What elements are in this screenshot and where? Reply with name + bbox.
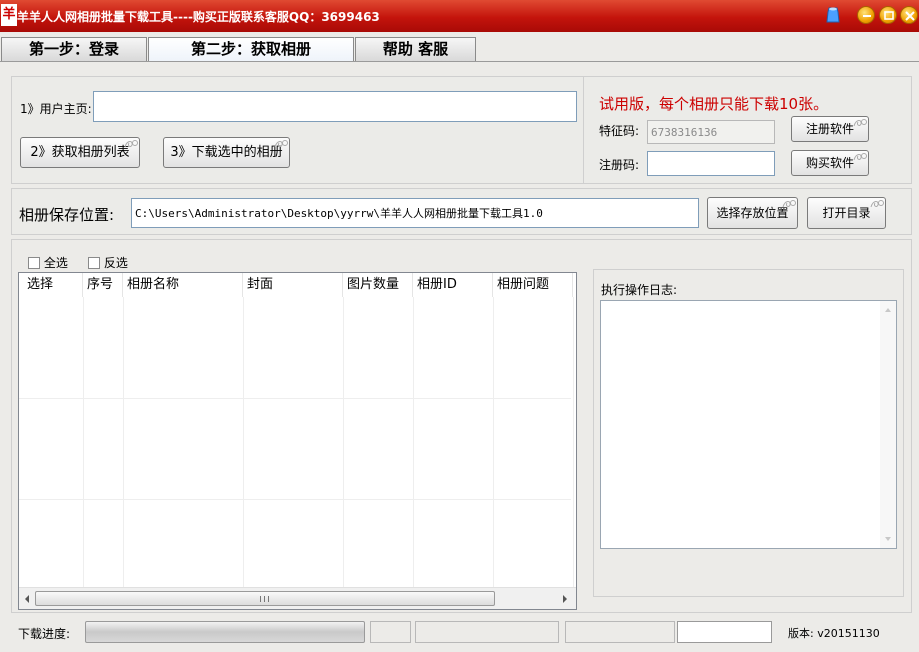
select-all-label: 全选 [43,256,68,270]
status-cell [370,621,411,643]
get-albums-label: 2》获取相册列表 [30,145,130,160]
close-button[interactable] [900,6,918,24]
title-bar[interactable]: 羊 羊羊人人网相册批量下载工具----购买正版联系客服QQ：3699463 [0,0,919,32]
window-title: 羊羊人人网相册批量下载工具----购买正版联系客服QQ：3699463 [17,10,380,24]
panel-divider [583,77,584,183]
checkbox-box [88,256,100,269]
status-cell [565,621,675,643]
tab-divider [0,61,919,62]
vertical-scrollbar[interactable] [880,301,896,548]
log-textarea[interactable] [600,300,897,549]
column-header-album-name[interactable]: 相册名称 [123,273,243,297]
user-home-input[interactable] [93,91,577,122]
save-path-field[interactable] [131,198,699,228]
version-label: 版本: v20151130 [788,627,880,640]
swirl-icon [853,119,867,127]
grid-line [493,297,494,587]
close-icon [905,11,915,21]
column-header-image-count[interactable]: 图片数量 [343,273,413,297]
save-location-label: 相册保存位置: [19,206,115,224]
feature-code-field[interactable] [647,120,775,144]
swirl-icon [124,140,138,148]
horizontal-scrollbar[interactable] [19,587,576,609]
app-logo: 羊 [1,4,17,26]
grid-line [83,297,84,587]
open-folder-button[interactable]: 打开目录 [807,197,886,229]
grip-icon [260,596,269,602]
tab-help[interactable]: 帮助 客服 [355,37,476,61]
grid-line [243,297,244,587]
register-code-input[interactable] [647,151,775,176]
feature-code-label: 特征码: [599,124,640,138]
status-field [677,621,772,643]
swirl-icon [870,200,884,208]
progress-label: 下载进度: [18,627,71,641]
log-content [601,301,605,305]
grid-line [343,297,344,587]
album-table[interactable]: 选择 序号 相册名称 封面 图片数量 相册ID 相册问题 [18,272,577,610]
checkbox-box [28,256,40,269]
grid-line [573,297,574,587]
scroll-thumb[interactable] [35,591,495,606]
choose-location-label: 选择存放位置 [716,206,789,220]
status-cell [415,621,559,643]
open-folder-label: 打开目录 [822,206,871,220]
register-label: 注册软件 [805,122,854,136]
column-header-album-question[interactable]: 相册问题 [493,273,573,297]
maximize-icon [884,11,894,20]
choose-location-button[interactable]: 选择存放位置 [707,197,798,229]
tab-get-albums[interactable]: 第二步：获取相册 [148,37,354,62]
column-header-select[interactable]: 选择 [23,273,83,297]
grid-line [19,499,571,500]
tab-login[interactable]: 第一步：登录 [1,37,147,61]
select-all-checkbox[interactable]: 全选 [28,254,68,271]
register-button[interactable]: 注册软件 [791,116,869,142]
invert-label: 反选 [103,256,128,270]
user-home-label: 1》用户主页: [20,102,92,116]
swirl-icon [853,153,867,161]
maximize-button[interactable] [879,6,897,24]
scroll-down-icon[interactable] [884,536,892,542]
grid-line [19,398,571,399]
register-code-label: 注册码: [599,158,640,172]
grid-line [413,297,414,587]
column-header-cover[interactable]: 封面 [243,273,343,297]
invert-selection-checkbox[interactable]: 反选 [88,254,128,271]
buy-button[interactable]: 购买软件 [791,150,869,176]
download-selected-button[interactable]: 3》下载选中的相册 [163,137,290,168]
column-header-album-id[interactable]: 相册ID [413,273,493,297]
swirl-icon [274,140,288,148]
scroll-right-icon[interactable] [561,594,569,604]
scroll-left-icon[interactable] [23,594,31,604]
download-selected-label: 3》下载选中的相册 [170,145,283,160]
grid-line [123,297,124,587]
column-header-index[interactable]: 序号 [83,273,123,297]
log-label: 执行操作日志: [601,283,678,297]
buy-label: 购买软件 [805,156,854,170]
get-albums-button[interactable]: 2》获取相册列表 [20,137,140,168]
scroll-up-icon[interactable] [884,307,892,313]
download-progress-bar [85,621,365,643]
minimize-button[interactable] [857,6,875,24]
trial-notice: 试用版，每个相册只能下载10张。 [599,95,829,113]
minimize-icon [863,15,871,17]
skin-icon[interactable] [826,6,840,24]
swirl-icon [782,200,796,208]
